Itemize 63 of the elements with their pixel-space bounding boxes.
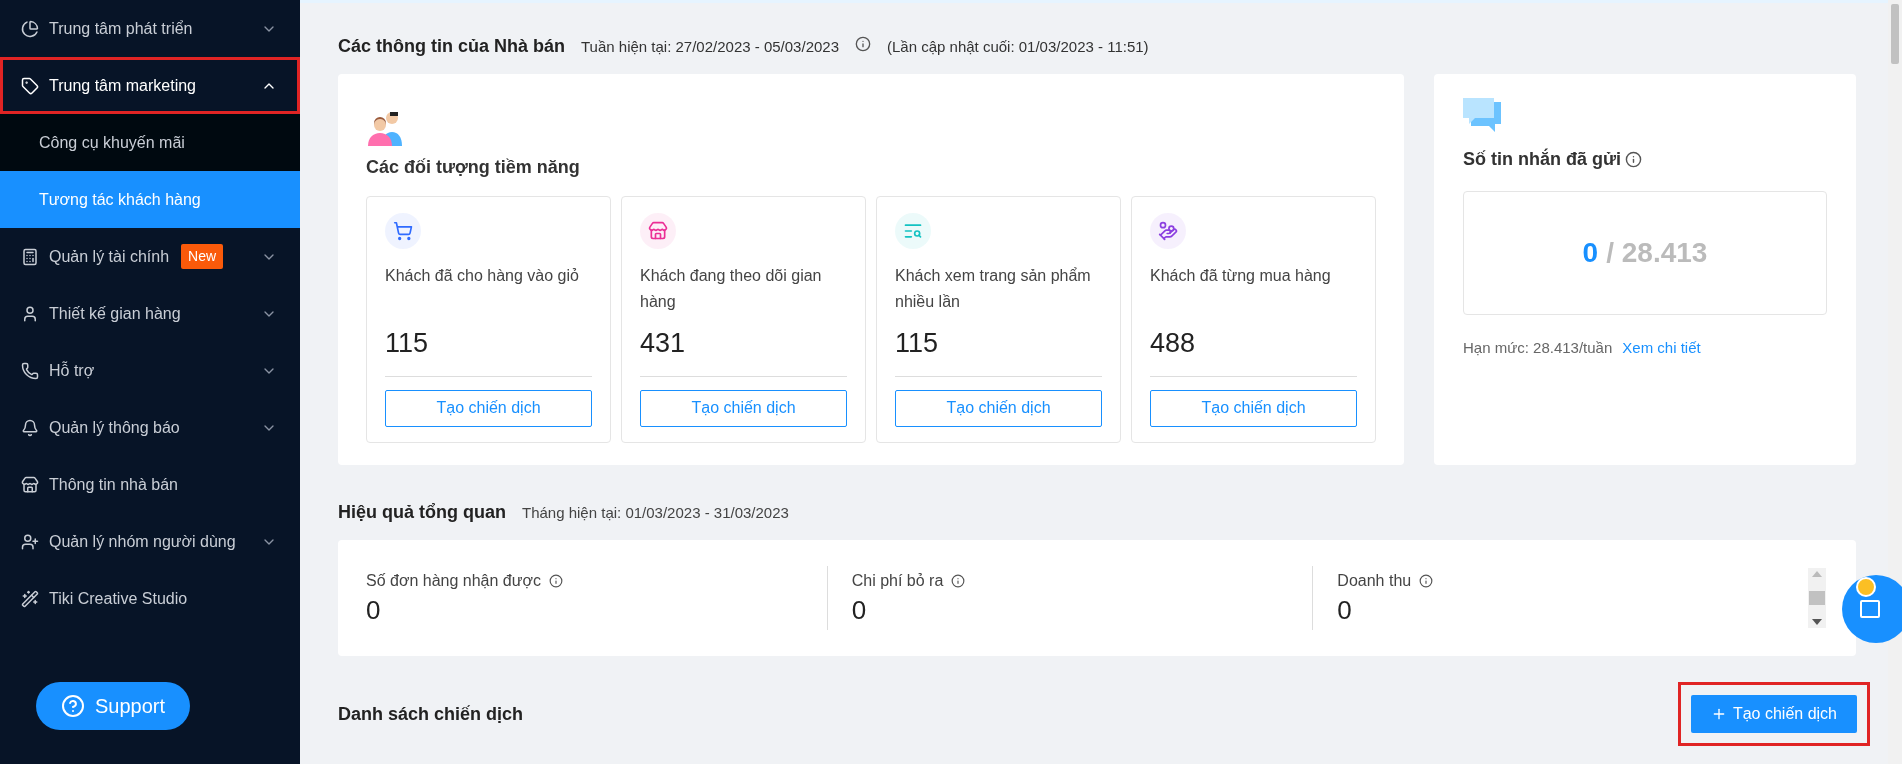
sidebar-item[interactable]: Thiết kế gian hàng	[0, 285, 300, 342]
menu-label: Thiết kế gian hàng	[49, 303, 181, 324]
help-icon	[60, 694, 85, 718]
metric-value: 0	[366, 594, 382, 627]
menu-icon	[21, 475, 39, 494]
menu-icon	[21, 532, 39, 551]
menu-icon	[21, 247, 39, 266]
chat-bubbles-icon	[1463, 98, 1501, 132]
sent-count: 0	[1582, 236, 1599, 270]
menu-icon	[21, 361, 39, 380]
new-badge: New	[181, 244, 224, 269]
section-title: Hiệu quả tổng quan	[338, 501, 506, 524]
audience-title: Các đối tượng tiềm năng	[366, 156, 581, 179]
sidebar-item[interactable]: Quản lý tài chính New	[0, 228, 300, 285]
menu-icon	[21, 589, 39, 608]
section-title: Các thông tin của Nhà bán	[338, 35, 565, 58]
metric-value: 0	[851, 594, 868, 627]
menu-label: Quản lý tài chính	[49, 246, 170, 267]
audience-count: 115	[385, 323, 592, 377]
menu-icon	[21, 19, 39, 38]
section-title: Danh sách chiến dịch	[338, 702, 524, 726]
message-limit: / 28.413	[1606, 236, 1708, 270]
info-icon[interactable]	[548, 574, 563, 588]
metric-label: Chi phí bỏ ra	[851, 571, 944, 591]
sidebar-item[interactable]: Quản lý nhóm người dùng	[0, 513, 300, 570]
audience-label: Khách đã từng mua hàng	[1150, 266, 1332, 286]
info-icon[interactable]	[1625, 151, 1643, 168]
period-range: Tháng hiện tại: 01/03/2023 - 31/03/2023	[522, 503, 789, 523]
sidebar-item[interactable]: Quản lý thông báo	[0, 399, 300, 456]
menu-label: Quản lý nhóm người dùng	[49, 531, 236, 552]
menu-label: Quản lý thông báo	[49, 417, 180, 438]
audience-count: 431	[640, 323, 847, 377]
sidebar-item[interactable]: Trung tâm marketing	[0, 57, 300, 114]
menu-label: Tiki Creative Studio	[49, 588, 188, 609]
sidebar-item[interactable]: Tiki Creative Studio	[0, 570, 300, 627]
sidebar-item[interactable]: Thông tin nhà bán	[0, 456, 300, 513]
messages-title: Số tin nhắn đã gửi	[1463, 147, 1622, 171]
submenu-item[interactable]: Công cụ khuyến mãi	[0, 114, 300, 171]
menu-icon	[21, 76, 39, 95]
audience-label: Khách xem trang sản phẩm nhiều lần	[895, 266, 1092, 312]
sidebar-item[interactable]: Trung tâm phát triển	[0, 0, 300, 57]
mini-scrollbar[interactable]	[1808, 568, 1826, 628]
menu-icon	[21, 418, 39, 437]
info-icon[interactable]	[1419, 574, 1434, 588]
audience-count: 488	[1150, 323, 1357, 377]
sidebar-item[interactable]: Hỗ trợ	[0, 342, 300, 399]
menu-icon	[21, 304, 39, 323]
metric-label: Số đơn hàng nhận được	[366, 571, 541, 591]
info-icon[interactable]	[855, 36, 871, 52]
audience-label: Khách đã cho hàng vào giỏ	[385, 266, 580, 286]
week-range: Tuần hiện tại: 27/02/2023 - 05/03/2023	[581, 37, 839, 57]
info-icon[interactable]	[951, 574, 966, 588]
menu-label: Thông tin nhà bán	[49, 474, 178, 495]
quota-text: Hạn mức: 28.413/tuần	[1463, 338, 1613, 358]
metric-value: 0	[1337, 594, 1353, 627]
last-updated: (Lần cập nhật cuối: 01/03/2023 - 11:51)	[887, 37, 1149, 57]
menu-label: Trung tâm phát triển	[49, 18, 193, 39]
audience-label: Khách đang theo dõi gian hàng	[640, 266, 823, 312]
menu-label: Trung tâm marketing	[49, 75, 196, 96]
metric-label: Doanh thu	[1337, 571, 1412, 591]
page-scrollbar[interactable]	[1888, 0, 1902, 764]
menu-label: Hỗ trợ	[49, 360, 95, 381]
audience-count: 115	[895, 323, 1102, 377]
